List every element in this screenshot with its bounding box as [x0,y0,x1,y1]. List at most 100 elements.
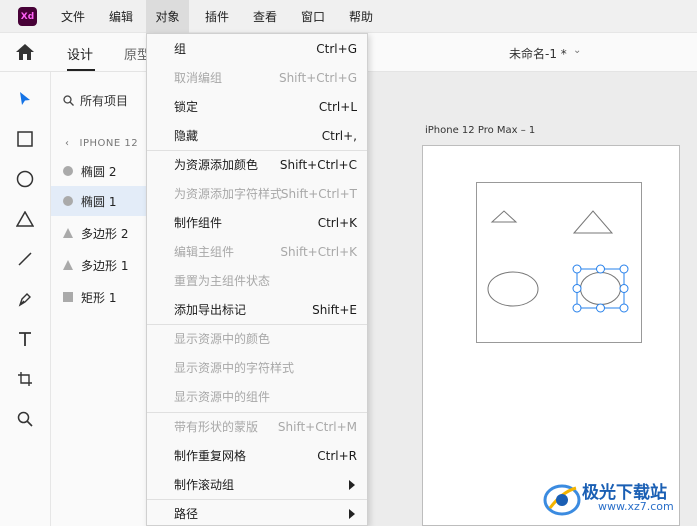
rectangle-tool-icon[interactable] [14,128,36,150]
layers-panel: 所有项目 ‹ IPHONE 12 椭圆 2 椭圆 1 多边形 2 多边形 1 矩形… [51,72,147,526]
menu-item-repeat-grid[interactable]: 制作重复网格 Ctrl+R [147,441,367,470]
menu-item-add-export-mark[interactable]: 添加导出标记 Shift+E [147,295,367,324]
submenu-arrow-icon [349,508,355,519]
menu-edit[interactable]: 编辑 [103,0,139,33]
menu-item-reset-main-state[interactable]: 重置为主组件状态 [147,266,367,295]
layer-item[interactable]: 多边形 1 [51,250,147,280]
polygon-2-shape [490,210,518,223]
chevron-left-icon[interactable]: ‹ [65,138,70,149]
menu-item-shortcut: Shift+Ctrl+M [277,419,357,434]
menu-item-shortcut: Ctrl+K [317,215,357,230]
menu-item-hide[interactable]: 隐藏 Ctrl+, [147,121,367,150]
polygon-tool-icon[interactable] [14,208,36,230]
menu-item-label: 制作重复网格 [174,449,247,463]
layer-label: 多边形 1 [81,258,129,273]
menu-item-label: 隐藏 [174,129,199,143]
menu-view[interactable]: 查看 [247,0,283,33]
layer-item-selected[interactable]: 椭圆 1 [51,186,147,216]
menu-item-make-component[interactable]: 制作组件 Ctrl+K [147,208,367,237]
tab-design[interactable]: 设计 [67,44,93,63]
menu-object[interactable]: 对象 [146,0,189,33]
menu-item-add-color-to-assets[interactable]: 为资源添加颜色 Shift+Ctrl+C [147,150,367,179]
document-title[interactable]: 未命名-1 * [509,45,567,62]
polygon-1-shape [572,210,614,234]
canvas-shapes [487,210,629,313]
menu-item-label: 取消编组 [174,71,223,85]
menu-item-edit-main-component[interactable]: 编辑主组件 Shift+Ctrl+K [147,237,367,266]
layer-label: 椭圆 1 [81,194,117,209]
menu-item-label: 带有形状的蒙版 [174,420,259,434]
xd-logo-icon: Xd [18,7,37,26]
layer-label: 矩形 1 [81,290,117,305]
ellipse-2-shape [487,271,539,307]
menu-item-add-char-style-to-assets[interactable]: 为资源添加字符样式 Shift+Ctrl+T [147,179,367,208]
menu-item-shortcut: Shift+Ctrl+K [280,244,357,259]
menu-item-label: 制作滚动组 [174,478,235,492]
artboard-tool-icon[interactable] [14,368,36,390]
submenu-arrow-icon [349,479,355,490]
zoom-tool-icon[interactable] [14,408,36,430]
menu-item-shortcut: Ctrl+, [321,128,357,143]
menu-item-label: 显示资源中的组件 [174,390,271,404]
menu-item-path[interactable]: 路径 [147,499,367,526]
line-tool-icon[interactable] [14,248,36,270]
pen-tool-icon[interactable] [14,288,36,310]
triangle-icon [63,228,73,238]
menu-item-ungroup[interactable]: 取消编组 Shift+Ctrl+G [147,63,367,92]
ellipse-icon [63,166,73,176]
menu-item-show-char-style-in-assets[interactable]: 显示资源中的字符样式 [147,353,367,382]
selection-handles [572,264,629,313]
select-tool-icon[interactable] [14,88,36,110]
home-icon[interactable] [14,42,36,62]
menu-item-shortcut: Shift+Ctrl+T [280,186,357,201]
menu-file[interactable]: 文件 [55,0,91,33]
menu-item-shortcut: Ctrl+G [316,41,357,56]
menu-item-scroll-group[interactable]: 制作滚动组 [147,470,367,499]
layer-item[interactable]: 多边形 2 [51,218,147,248]
menu-item-show-color-in-assets[interactable]: 显示资源中的颜色 [147,324,367,353]
menu-item-label: 锁定 [174,100,199,114]
menu-item-shortcut: Shift+Ctrl+C [279,157,357,172]
menu-item-label: 编辑主组件 [174,245,235,259]
menu-item-label: 为资源添加颜色 [174,158,259,172]
breadcrumb-label: IPHONE 12 [79,138,139,149]
menu-item-shortcut: Shift+Ctrl+G [278,70,357,85]
menu-item-shortcut: Shift+E [312,302,357,317]
menu-item-label: 制作组件 [174,216,223,230]
menu-item-lock[interactable]: 锁定 Ctrl+L [147,92,367,121]
layer-item[interactable]: 椭圆 2 [51,156,147,186]
tool-strip [0,72,51,526]
search-label: 所有项目 [80,94,129,108]
artboard-label[interactable]: iPhone 12 Pro Max – 1 [425,125,535,136]
layer-item[interactable]: 矩形 1 [51,282,147,312]
object-menu: 组 Ctrl+G 取消编组 Shift+Ctrl+G 锁定 Ctrl+L 隐藏 … [146,33,368,526]
watermark-url: www.xz7.com [598,500,674,513]
menu-item-label: 重置为主组件状态 [174,274,271,288]
triangle-icon [63,260,73,270]
menu-item-group[interactable]: 组 Ctrl+G [147,34,367,63]
breadcrumb[interactable]: ‹ IPHONE 12 [65,138,138,149]
rectangle-icon [63,292,73,302]
ellipse-icon [63,196,73,206]
menu-plugins[interactable]: 插件 [199,0,235,33]
menu-item-label: 为资源添加字符样式 [174,187,283,201]
layer-label: 多边形 2 [81,226,129,241]
menubar: Xd 文件 编辑 对象 插件 查看 窗口 帮助 [0,0,697,33]
ellipse-1-shape [580,272,621,305]
menu-item-shortcut: Ctrl+R [317,448,357,463]
menu-window[interactable]: 窗口 [295,0,331,33]
menu-item-label: 组 [174,42,187,56]
menu-item-mask-with-shape[interactable]: 带有形状的蒙版 Shift+Ctrl+M [147,412,367,441]
chevron-down-icon[interactable]: ⌄ [573,45,581,56]
layer-label: 椭圆 2 [81,164,117,179]
menu-item-label: 路径 [174,507,199,521]
menu-item-show-component-in-assets[interactable]: 显示资源中的组件 [147,382,367,411]
menu-help[interactable]: 帮助 [343,0,379,33]
menu-item-shortcut: Ctrl+L [318,99,357,114]
text-tool-icon[interactable] [14,328,36,350]
ellipse-tool-icon[interactable] [14,168,36,190]
selection-box [576,268,625,309]
menu-item-label: 显示资源中的字符样式 [174,361,295,375]
layers-search[interactable]: 所有项目 [63,92,128,109]
menu-item-label: 显示资源中的颜色 [174,332,271,346]
